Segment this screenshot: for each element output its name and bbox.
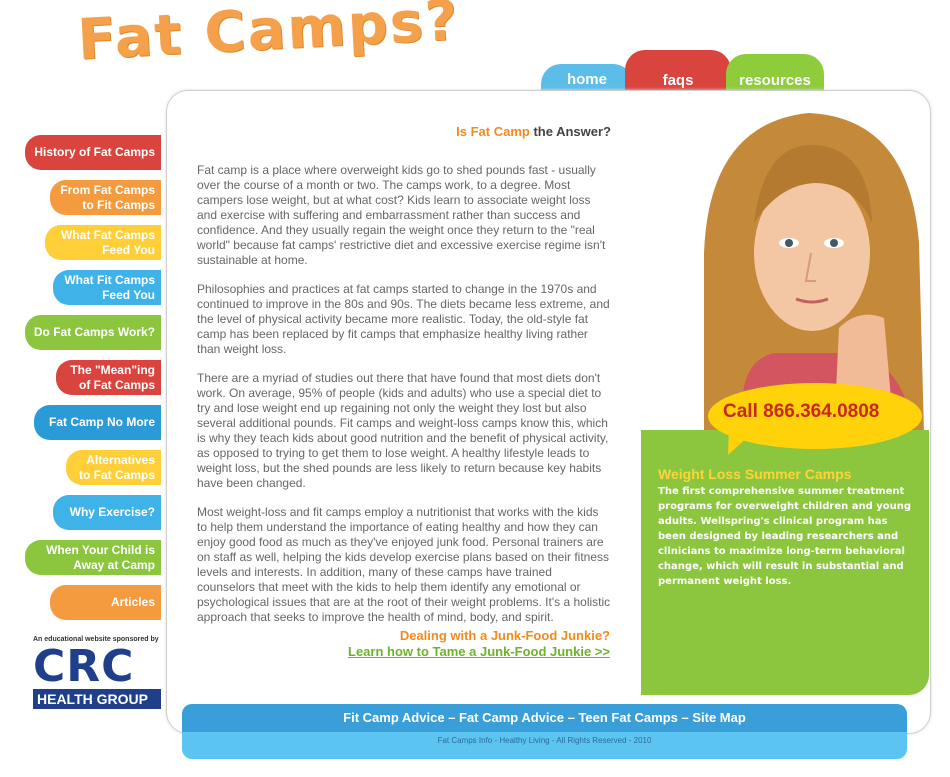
sidebar-item-5[interactable]: Do Fat Camps Work?	[25, 315, 161, 350]
sidebar-item-9[interactable]: Why Exercise?	[53, 495, 161, 530]
article-title-rest: the Answer?	[533, 124, 611, 139]
sidebar-item-label: Do Fat Camps Work?	[33, 325, 155, 339]
sponsor-block[interactable]: An educational website sponsored by CRC …	[33, 636, 161, 709]
sidebar-item-label: History of Fat Camps	[34, 145, 155, 159]
sidebar-item-8[interactable]: Alternatives to Fat Camps	[66, 450, 161, 485]
promo-text: The first comprehensive summer treatment…	[658, 486, 912, 587]
article-paragraph: Philosophies and practices at fat camps …	[197, 282, 610, 356]
sidebar-item-label: Why Exercise?	[69, 505, 155, 519]
sidebar-item-label: What Fit Camps Feed You	[64, 272, 155, 302]
sidebar-item-3[interactable]: What Fat Camps Feed You	[45, 225, 161, 260]
sidebar-item-label: The "Mean"ing of Fat Camps	[70, 362, 155, 392]
sidebar-item-2[interactable]: From Fat Camps to Fit Camps	[50, 180, 161, 215]
footer-copyright: Fat Camps Info - Healthy Living - All Ri…	[437, 736, 652, 745]
sidebar-item-label: Articles	[110, 595, 155, 609]
sidebar-item-label: When Your Child is Away at Camp	[46, 542, 155, 572]
article: Is Fat Camp the Answer? Fat camp is a pl…	[197, 118, 611, 639]
footer-links[interactable]: Fit Camp Advice – Fat Camp Advice – Teen…	[182, 704, 907, 732]
sidebar-item-7[interactable]: Fat Camp No More	[34, 405, 161, 440]
article-title-highlight: Is Fat Camp	[456, 124, 530, 139]
footer: Fit Camp Advice – Fat Camp Advice – Teen…	[182, 704, 907, 759]
callout-link[interactable]: Learn how to Tame a Junk-Food Junkie >>	[320, 644, 610, 659]
article-paragraph: Fat camp is a place where overweight kid…	[197, 163, 606, 267]
callout-question: Dealing with a Junk-Food Junkie?	[399, 628, 610, 643]
promo-panel-tab	[641, 438, 701, 468]
health-group-label: HEALTH GROUP	[33, 689, 161, 709]
sidebar-item-11[interactable]: Articles	[50, 585, 161, 620]
sidebar-item-label: What Fat Camps Feed You	[60, 227, 155, 257]
sidebar-item-label: Alternatives to Fat Camps	[78, 452, 155, 482]
sidebar-item-label: Fat Camp No More	[48, 415, 155, 429]
sidebar-item-label: From Fat Camps to Fit Camps	[60, 182, 155, 212]
phone-number[interactable]: Call 866.364.0808	[723, 401, 879, 423]
article-paragraph: Most weight-loss and fit camps employ a …	[197, 505, 611, 624]
junk-food-callout: Dealing with a Junk-Food Junkie? Learn h…	[320, 628, 610, 659]
sidebar-item-1[interactable]: History of Fat Camps	[25, 135, 161, 170]
sidebar-item-6[interactable]: The "Mean"ing of Fat Camps	[56, 360, 161, 395]
sidebar-item-10[interactable]: When Your Child is Away at Camp	[25, 540, 161, 575]
article-title: Is Fat Camp the Answer?	[197, 124, 611, 139]
site-logo[interactable]: Fat Camps?	[76, 0, 461, 73]
sidebar-item-4[interactable]: What Fit Camps Feed You	[53, 270, 161, 305]
crc-logo[interactable]: CRC	[33, 645, 161, 689]
promo-title[interactable]: Weight Loss Summer Camps	[658, 466, 851, 482]
article-paragraph: There are a myriad of studies out there …	[197, 371, 609, 490]
